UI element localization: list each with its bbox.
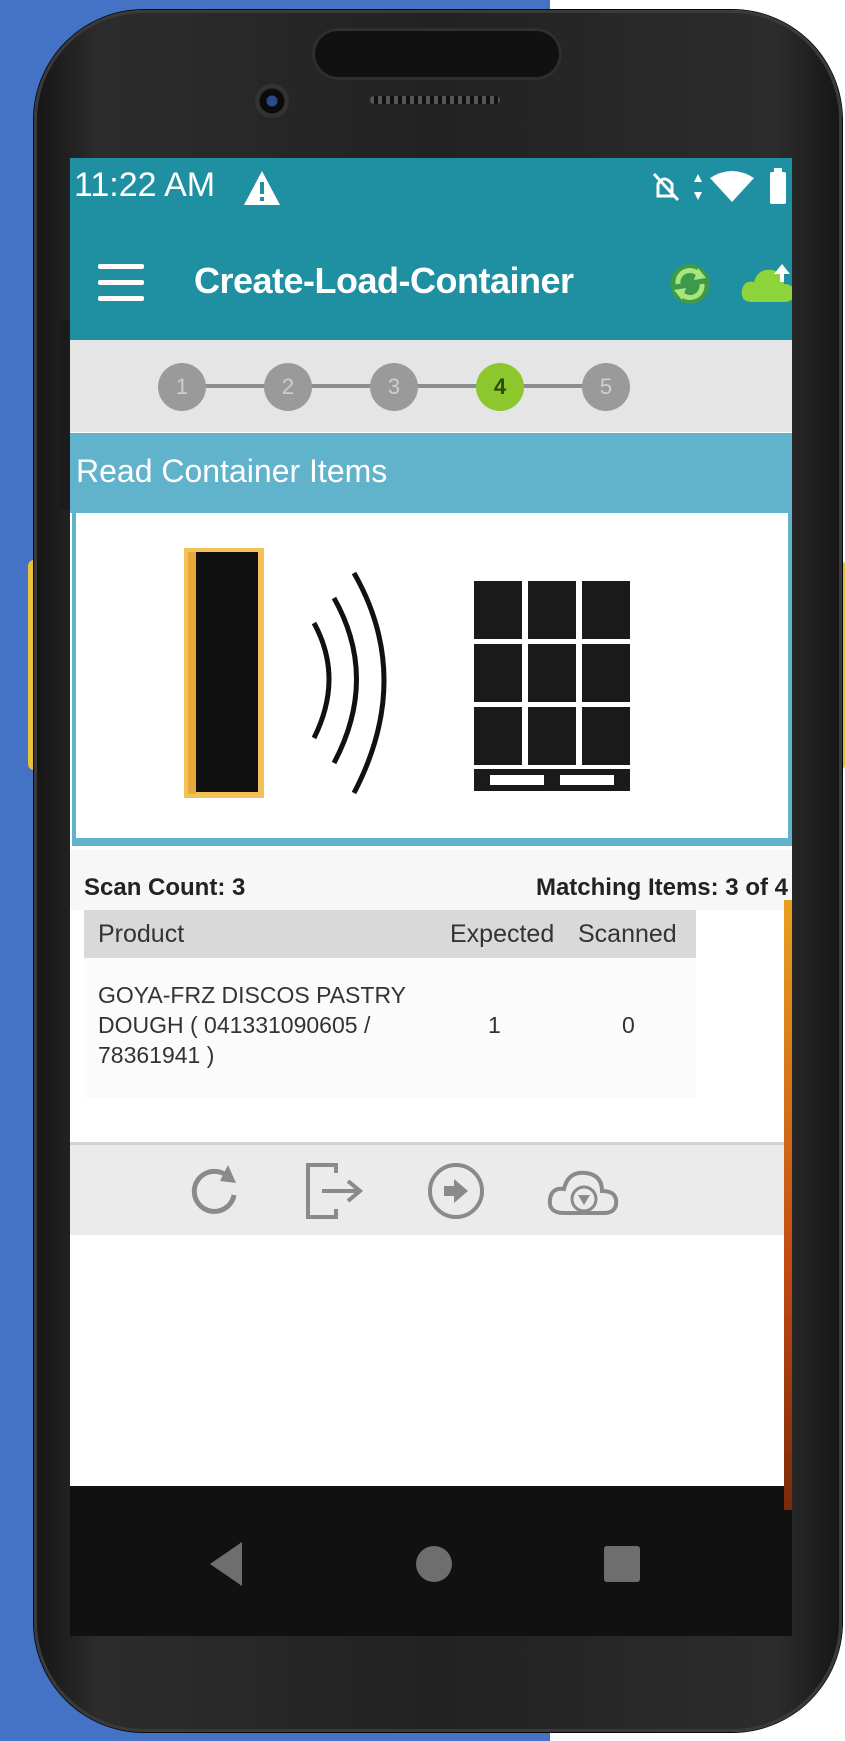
- header-expected: Expected: [450, 920, 555, 948]
- rfid-reader-icon: [184, 548, 264, 798]
- header-scanned: Scanned: [578, 920, 677, 948]
- sync-icon[interactable]: [664, 258, 716, 310]
- section-header: Read Container Items: [70, 433, 792, 513]
- front-camera: [255, 84, 289, 118]
- back-icon[interactable]: [210, 1542, 242, 1586]
- status-bar: 11:22 AM: [70, 158, 792, 230]
- recents-icon[interactable]: [604, 1546, 640, 1582]
- step-2: 2: [264, 363, 312, 411]
- scan-count: Scan Count: 3: [84, 874, 246, 901]
- header-product: Product: [98, 920, 185, 948]
- menu-icon[interactable]: [98, 264, 144, 302]
- cell-expected: 1: [488, 1012, 501, 1038]
- rfid-illustration: [72, 513, 792, 846]
- data-arrows-icon: [694, 174, 702, 200]
- app-bar: Create-Load-Container: [70, 230, 792, 340]
- bottom-toolbar: [70, 1142, 792, 1235]
- warning-icon: [244, 171, 280, 205]
- next-icon[interactable]: [424, 1159, 488, 1223]
- matching-items: Matching Items: 3 of 4: [535, 874, 788, 901]
- progress-stepper: 1 2 3 4 5: [70, 340, 792, 432]
- step-4: 4: [476, 363, 524, 411]
- step-5: 5: [582, 363, 630, 411]
- phone-earpiece: [312, 28, 562, 80]
- cell-scanned: 0: [622, 1012, 635, 1038]
- exit-icon[interactable]: [302, 1159, 366, 1223]
- status-icons: [652, 168, 786, 204]
- counts-row: Scan Count: 3 Matching Items: 3 of 4: [70, 850, 792, 910]
- wifi-icon: [710, 171, 754, 202]
- step-3: 3: [370, 363, 418, 411]
- cloud-download-icon[interactable]: [544, 1159, 624, 1223]
- signal-waves-icon: [311, 571, 387, 795]
- table-row[interactable]: GOYA-FRZ DISCOS PASTRY DOUGH ( 041331090…: [84, 958, 696, 1098]
- cloud-upload-icon[interactable]: [738, 260, 792, 308]
- cell-product: GOYA-FRZ DISCOS PASTRY DOUGH ( 041331090…: [98, 982, 406, 1068]
- home-icon[interactable]: [416, 1546, 452, 1582]
- navigation-bar: [70, 1486, 792, 1636]
- pallet-boxes-icon: [474, 581, 630, 791]
- mute-icon: [652, 172, 680, 202]
- phone-screen: 11:22 AM Create-Load-Container 1 2 3 4 5…: [70, 158, 792, 1636]
- refresh-icon[interactable]: [182, 1159, 246, 1223]
- app-title: Create-Load-Container: [194, 260, 574, 301]
- edge-decoration: [784, 900, 792, 1510]
- section-title: Read Container Items: [76, 453, 388, 489]
- battery-icon: [770, 168, 786, 204]
- table-header: Product Expected Scanned: [84, 910, 696, 958]
- status-time: 11:22 AM: [74, 166, 216, 204]
- phone-speaker-grille: [370, 96, 500, 104]
- step-1: 1: [158, 363, 206, 411]
